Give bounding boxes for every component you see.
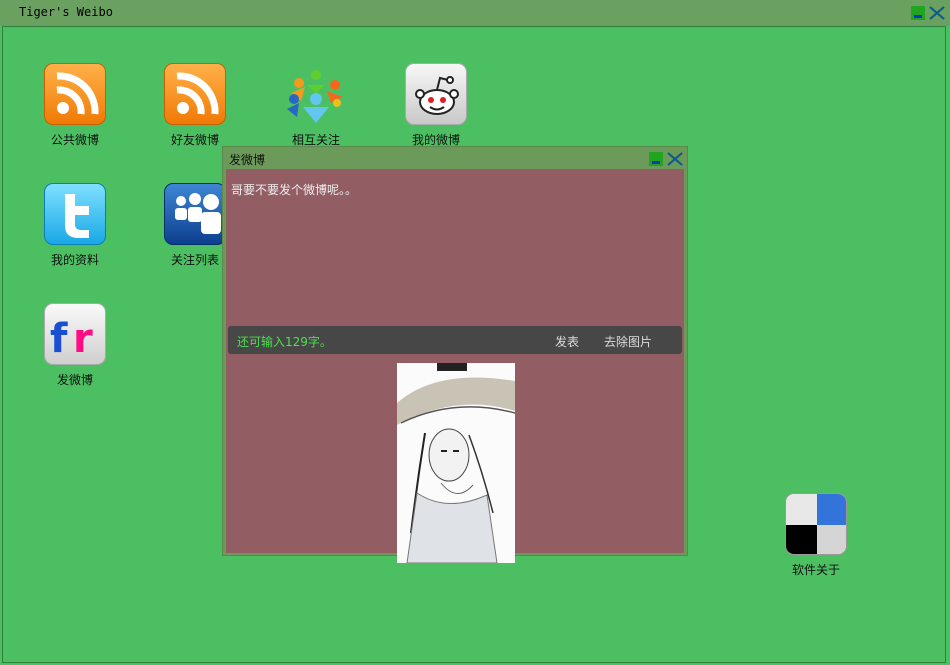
remove-image-button[interactable]: 去除图片: [604, 333, 652, 350]
minimize-icon[interactable]: [649, 152, 663, 166]
post-button[interactable]: 发表: [555, 333, 579, 350]
minimize-icon[interactable]: [911, 6, 925, 20]
svg-text:f: f: [50, 316, 68, 362]
window-title: Tiger's Weibo: [19, 5, 113, 19]
char-counter: 还可输入129字。: [237, 335, 332, 349]
delicious-icon: [785, 493, 847, 555]
rss-icon: [44, 63, 106, 125]
desktop-icon-my-profile[interactable]: 我的资料: [30, 183, 120, 268]
people-circle-icon: [285, 63, 347, 125]
reddit-alien-icon: [405, 63, 467, 125]
icon-label: 公共微博: [50, 133, 99, 147]
window-titlebar: Tiger's Weibo: [0, 0, 950, 26]
close-icon[interactable]: [929, 6, 945, 20]
desktop-icon-post-weibo[interactable]: f r 发微博: [30, 303, 120, 388]
compose-toolbar: 还可输入129字。 发表 去除图片: [228, 326, 682, 354]
icon-label: 我的资料: [50, 253, 99, 267]
desktop-icon-about[interactable]: 软件关于: [771, 493, 861, 578]
svg-text:r: r: [73, 316, 93, 362]
compose-textarea[interactable]: 哥要不要发个微博呢。。: [231, 181, 357, 198]
compose-dialog: 发微博 哥要不要发个微博呢。。 还可输入129字。 发表 去除图片: [222, 146, 688, 563]
dialog-body: 哥要不要发个微博呢。。 还可输入129字。 发表 去除图片: [226, 169, 684, 563]
desktop-icon-my-weibo[interactable]: 我的微博: [391, 63, 481, 148]
myspace-icon: [164, 183, 226, 245]
dialog-title: 发微博: [229, 153, 266, 167]
attached-image: [397, 363, 515, 563]
close-icon[interactable]: [667, 152, 683, 166]
desktop-icon-public-weibo[interactable]: 公共微博: [30, 63, 120, 148]
desktop-icon-friends-weibo[interactable]: 好友微博: [150, 63, 240, 148]
icon-label: 软件关于: [791, 563, 840, 577]
twitter-icon: [44, 183, 106, 245]
desktop-icon-mutual-follow[interactable]: 相互关注: [271, 63, 361, 148]
rss-icon: [164, 63, 226, 125]
flickr-icon: f r: [44, 303, 106, 365]
icon-label: 发微博: [56, 373, 93, 387]
